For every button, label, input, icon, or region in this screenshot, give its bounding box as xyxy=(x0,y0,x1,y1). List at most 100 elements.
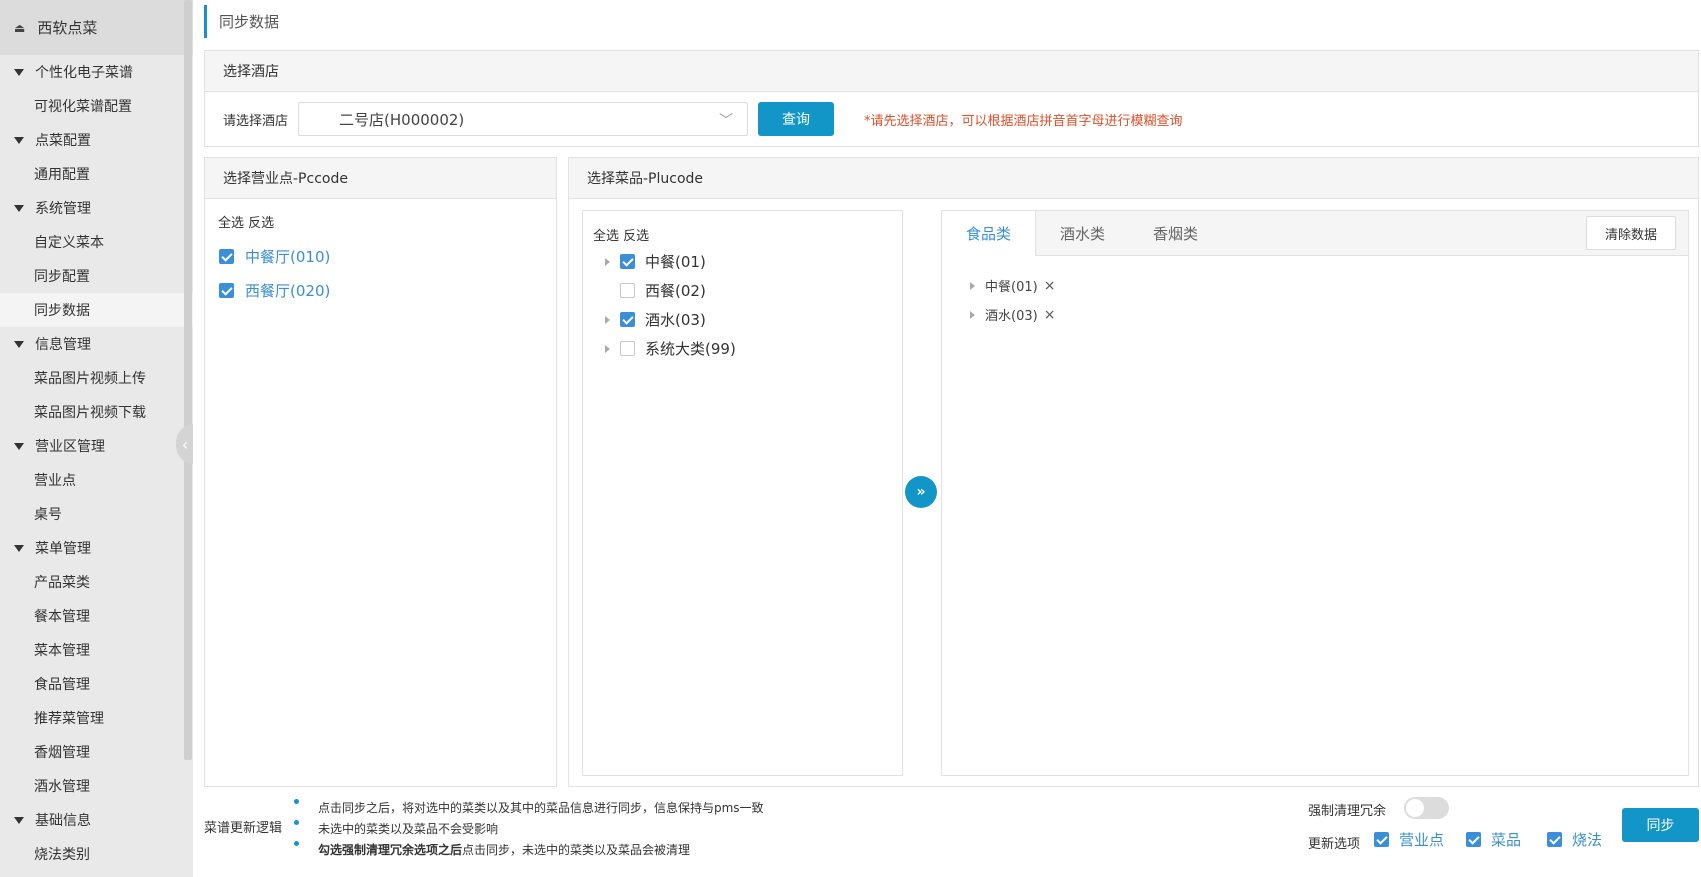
nav-group[interactable]: 点菜配置 xyxy=(0,123,193,157)
pccode-select-all[interactable]: 全选 xyxy=(218,216,244,231)
checkbox[interactable] xyxy=(620,283,635,298)
tree-item[interactable]: 中餐(01) xyxy=(605,247,902,276)
caret-down-icon xyxy=(14,340,24,348)
pccode-panel-title: 选择营业点-Pccode xyxy=(205,158,556,199)
nav-item[interactable]: 桌号 xyxy=(0,497,193,531)
sidebar-header[interactable]: ⏏ 西软点菜 xyxy=(0,0,193,55)
nav-item[interactable]: 同步配置 xyxy=(0,259,193,293)
checkbox[interactable] xyxy=(1374,832,1389,847)
bullet-icon xyxy=(294,820,299,825)
logic-note-text: 未选中的菜类以及菜品不会受影响 xyxy=(318,822,499,836)
hotel-panel: 选择酒店 请选择酒店 二号店(H000002) ﹀ 查询 *请先选择酒店，可以根… xyxy=(204,50,1699,147)
caret-down-icon xyxy=(14,544,24,552)
plucode-select-all[interactable]: 全选 xyxy=(593,229,619,244)
eject-icon: ⏏ xyxy=(14,20,26,35)
nav-group-label: 点菜配置 xyxy=(35,133,91,149)
checkbox[interactable] xyxy=(219,248,234,264)
checkbox[interactable] xyxy=(1547,832,1562,847)
expand-arrow-icon[interactable] xyxy=(605,315,610,324)
nav-group-label: 营业区管理 xyxy=(35,439,105,455)
selected-list: 中餐(01) × 酒水(03) × xyxy=(942,256,1688,329)
nav-item[interactable]: 菜品图片视频上传 xyxy=(0,361,193,395)
nav-item[interactable]: 自定义菜本 xyxy=(0,225,193,259)
nav-item[interactable]: 推荐菜管理 xyxy=(0,701,193,735)
plucode-invert[interactable]: 反选 xyxy=(623,229,649,244)
tree-label: 系统大类(99) xyxy=(645,340,736,358)
update-option[interactable]: 营业点 xyxy=(1374,829,1444,850)
pccode-panel: 选择营业点-Pccode 全选 反选 中餐厅(010) 西餐厅(020) xyxy=(204,157,557,787)
caret-down-icon xyxy=(14,136,24,144)
logic-note: 点击同步之后，将对选中的菜类以及其中的菜品信息进行同步，信息保持与pms一致 xyxy=(294,797,764,818)
update-option[interactable]: 菜品 xyxy=(1466,829,1521,850)
nav-item[interactable]: 营业点 xyxy=(0,463,193,497)
nav-item[interactable]: 同步数据 xyxy=(0,293,193,327)
update-option-label: 菜品 xyxy=(1491,831,1522,849)
caret-down-icon xyxy=(14,816,24,824)
nav-item[interactable]: 酒水管理 xyxy=(0,769,193,803)
transfer-button[interactable]: » xyxy=(905,476,937,508)
checkbox[interactable] xyxy=(1466,832,1481,847)
pccode-item[interactable]: 中餐厅(010) xyxy=(205,239,556,273)
checkbox[interactable] xyxy=(620,341,635,356)
hotel-panel-title: 选择酒店 xyxy=(205,51,1698,92)
nav-group[interactable]: 信息管理 xyxy=(0,327,193,361)
nav-list: 个性化电子菜谱可视化菜谱配置点菜配置通用配置 系统管理 自定义菜本 同步配置 同步数据信… xyxy=(0,55,193,871)
tree-label: 中餐(01) xyxy=(645,253,706,271)
nav-item[interactable]: 香烟管理 xyxy=(0,735,193,769)
pccode-item[interactable]: 西餐厅(020) xyxy=(205,273,556,307)
nav-group[interactable]: 系统管理 xyxy=(0,191,193,225)
nav-item[interactable]: 通用配置 xyxy=(0,157,193,191)
tab-2[interactable]: 香烟类 xyxy=(1129,211,1222,255)
sync-button[interactable]: 同步 xyxy=(1622,808,1699,842)
tab-0[interactable]: 食品类 xyxy=(942,211,1037,256)
nav-group[interactable]: 基础信息 xyxy=(0,803,193,837)
pccode-label: 中餐厅(010) xyxy=(245,247,331,266)
nav-item[interactable]: 菜本管理 xyxy=(0,633,193,667)
nav-group[interactable]: 个性化电子菜谱 xyxy=(0,55,193,89)
nav-item[interactable]: 可视化菜谱配置 xyxy=(0,89,193,123)
expand-arrow-icon[interactable] xyxy=(605,344,610,353)
checkbox[interactable] xyxy=(620,312,635,327)
expand-arrow-icon[interactable] xyxy=(605,257,610,266)
chevron-down-icon: ﹀ xyxy=(719,113,734,129)
tab-list: 食品类 酒水类 香烟类 xyxy=(942,211,1222,256)
category-tree: 全选 反选 中餐(01) 西餐(02) 酒水(03) 系统大类(99) xyxy=(582,210,903,776)
expand-arrow-icon[interactable] xyxy=(970,281,975,290)
pccode-label: 西餐厅(020) xyxy=(245,281,331,300)
page-title-text: 同步数据 xyxy=(219,13,280,31)
nav-group-label: 个性化电子菜谱 xyxy=(35,65,133,81)
footer: 菜谱更新逻辑 点击同步之后，将对选中的菜类以及其中的菜品信息进行同步，信息保持与… xyxy=(204,795,1699,875)
pccode-invert[interactable]: 反选 xyxy=(248,216,274,231)
close-icon[interactable]: × xyxy=(1044,278,1056,294)
tree-item[interactable]: 系统大类(99) xyxy=(605,334,902,363)
clear-data-button[interactable]: 清除数据 xyxy=(1586,216,1676,250)
force-clean-label: 强制清理冗余 xyxy=(1308,804,1387,819)
hotel-hint: *请先选择酒店，可以根据酒店拼音首字母进行模糊查询 xyxy=(864,113,1183,129)
tree-item[interactable]: 酒水(03) xyxy=(605,305,902,334)
nav-item[interactable]: 餐本管理 xyxy=(0,599,193,633)
plucode-select-links: 全选 反选 xyxy=(583,211,902,247)
nav-item[interactable]: 产品菜类 xyxy=(0,565,193,599)
force-clean-toggle[interactable] xyxy=(1404,797,1449,819)
tab-1[interactable]: 酒水类 xyxy=(1036,211,1129,255)
update-options-label: 更新选项 xyxy=(1308,837,1361,852)
sidebar-scrollbar[interactable] xyxy=(184,0,192,760)
close-icon[interactable]: × xyxy=(1044,307,1056,323)
expand-arrow-icon[interactable] xyxy=(970,310,975,319)
nav-group[interactable]: 菜单管理 xyxy=(0,531,193,565)
selected-label: 酒水(03) xyxy=(985,309,1038,324)
checkbox[interactable] xyxy=(219,282,234,298)
hotel-select[interactable]: 二号店(H000002) ﹀ xyxy=(298,102,749,136)
nav-group[interactable]: 营业区管理 xyxy=(0,429,193,463)
nav-item[interactable]: 食品管理 xyxy=(0,667,193,701)
tree-item[interactable]: 西餐(02) xyxy=(605,276,902,305)
category-tabs: 食品类 酒水类 香烟类 清除数据 xyxy=(942,211,1688,256)
query-button[interactable]: 查询 xyxy=(758,102,835,136)
update-option-label: 烧法 xyxy=(1572,831,1603,849)
update-option[interactable]: 烧法 xyxy=(1547,829,1602,850)
sidebar: ⏏ 西软点菜 个性化电子菜谱 可视化菜谱配置 点菜配置 通用配置 系统管理 自定义菜本 同步… xyxy=(0,0,193,877)
nav-item[interactable]: 菜品图片视频下载 xyxy=(0,395,193,429)
checkbox[interactable] xyxy=(620,254,635,269)
nav-item[interactable]: 烧法类别 xyxy=(0,837,193,871)
double-chevron-right-icon: » xyxy=(916,484,926,500)
